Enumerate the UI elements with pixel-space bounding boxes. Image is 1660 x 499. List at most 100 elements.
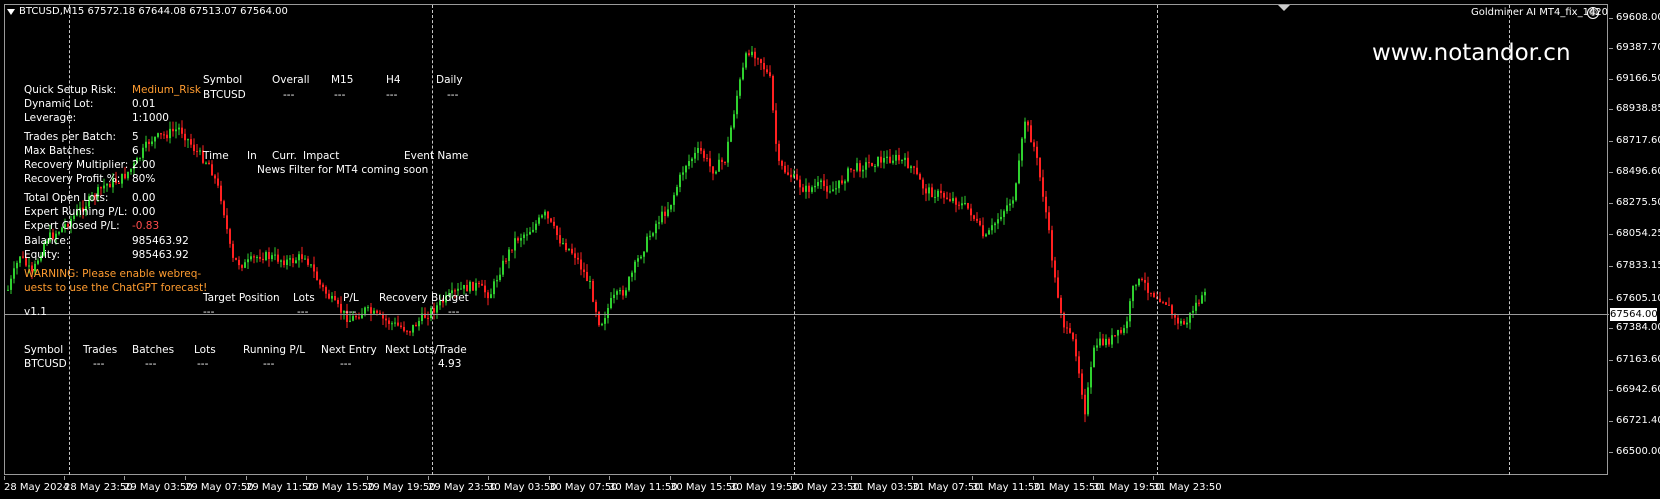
candle-body <box>1021 138 1023 161</box>
candle-body <box>880 156 882 163</box>
candle-body <box>7 289 9 291</box>
candle-body <box>1012 200 1014 204</box>
candle-body <box>268 252 270 260</box>
time-tick-mark <box>64 476 65 480</box>
candle-body <box>1132 285 1134 302</box>
candle-body <box>895 154 897 161</box>
candle-body <box>1201 295 1203 304</box>
price-tick-mark <box>1609 360 1613 361</box>
candle-body <box>655 223 657 234</box>
candle-body <box>121 173 123 184</box>
chart-shift-marker-icon[interactable] <box>1278 5 1290 11</box>
candle-body <box>181 127 183 134</box>
candle-body <box>1048 212 1050 231</box>
candle-body <box>289 258 291 260</box>
candle-body <box>415 324 417 327</box>
candle-body <box>790 174 792 178</box>
candlestick-series <box>7 45 1206 423</box>
candle-body <box>601 323 603 326</box>
day-separator <box>1509 5 1510 475</box>
setting-value: 1:1000 <box>132 112 169 124</box>
candle-body <box>148 141 150 145</box>
candle-body <box>898 154 900 161</box>
time-tick-mark <box>912 476 913 480</box>
candle-body <box>685 165 687 173</box>
trades-header-next-lots: Next Lots/Trade <box>385 344 467 356</box>
forecast-header-daily: Daily <box>436 74 463 86</box>
candle-body <box>784 165 786 173</box>
candle-body <box>169 128 171 139</box>
candle-body <box>223 201 225 216</box>
forecast-cell-h4: --- <box>386 89 398 101</box>
candle-body <box>472 281 474 291</box>
candle-body <box>187 139 189 141</box>
candle-body <box>964 203 966 205</box>
candle-body <box>610 298 612 309</box>
candle-body <box>775 110 777 144</box>
forecast-cell-symbol: BTCUSD <box>203 89 246 101</box>
candle-body <box>13 268 15 279</box>
time-tick-mark <box>428 476 429 480</box>
candle-body <box>1069 328 1071 333</box>
candle-body <box>340 303 342 313</box>
day-separator <box>794 5 795 475</box>
candle-body <box>979 220 981 226</box>
candle-body <box>985 234 987 237</box>
candle-body <box>1186 322 1188 325</box>
candle-body <box>802 187 804 192</box>
candle-body <box>163 134 165 136</box>
time-tick-label: 31 May 15:50 <box>1033 482 1102 493</box>
candle-body <box>298 254 300 261</box>
candle-body <box>154 136 156 142</box>
candle-body <box>634 261 636 273</box>
candle-body <box>721 159 723 163</box>
candle-body <box>553 221 555 226</box>
candle-body <box>604 318 606 324</box>
price-tick-mark <box>1609 79 1613 80</box>
setting-label: Recovery Multiplier: <box>24 159 129 171</box>
time-tick-label: 31 May 23:50 <box>1153 482 1222 493</box>
candle-body <box>703 150 705 158</box>
candle-body <box>280 260 282 262</box>
candle-body <box>550 218 552 222</box>
price-tick-label: 66721.40 <box>1616 415 1660 426</box>
setting-label: Recovery Profit %: <box>24 173 121 185</box>
candle-body <box>811 187 813 192</box>
chevron-down-icon[interactable] <box>7 9 15 15</box>
candle-body <box>808 185 810 192</box>
setting-value: 0.01 <box>132 98 156 110</box>
candle-body <box>487 292 489 299</box>
forecast-header-m15: M15 <box>331 74 354 86</box>
candle-body <box>1057 277 1059 298</box>
candle-body <box>1126 321 1128 329</box>
smiley-icon[interactable]: ☺ <box>1587 7 1599 19</box>
candle-body <box>745 53 747 68</box>
candle-body <box>664 211 666 216</box>
candle-body <box>481 283 483 286</box>
candle-body <box>478 282 480 284</box>
candle-body <box>1063 313 1065 328</box>
candle-body <box>712 166 714 174</box>
setting-label: Max Batches: <box>24 145 95 157</box>
candle-body <box>904 157 906 160</box>
candle-body <box>412 324 414 333</box>
candle-body <box>532 229 534 232</box>
candle-body <box>970 208 972 216</box>
time-tick-label: 31 May 07:50 <box>912 482 981 493</box>
candle-body <box>628 276 630 291</box>
price-tick-mark <box>1609 266 1613 267</box>
candle-body <box>514 238 516 251</box>
chart-window[interactable]: BTCUSD,M15 67572.18 67644.08 67513.07 67… <box>0 0 1660 499</box>
candle-body <box>1180 321 1182 324</box>
candle-body <box>922 179 924 189</box>
time-tick-mark <box>851 476 852 480</box>
candle-body <box>967 203 969 209</box>
candle-body <box>919 174 921 180</box>
candle-body <box>535 223 537 230</box>
candle-body <box>991 225 993 231</box>
candle-body <box>1111 335 1113 345</box>
candle-body <box>406 330 408 332</box>
time-tick-label: 30 May 23:50 <box>791 482 860 493</box>
day-separator <box>1157 5 1158 475</box>
candle-body <box>562 243 564 245</box>
